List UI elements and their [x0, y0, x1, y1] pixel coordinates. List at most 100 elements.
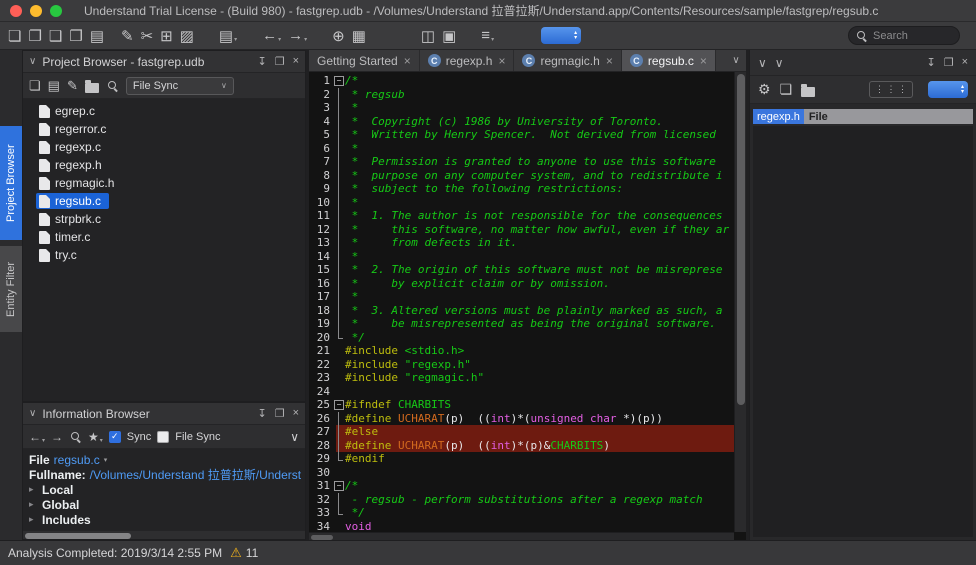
- code-line[interactable]: 18 * 3. Altered versions must be plainly…: [309, 304, 734, 318]
- tree-item-includes[interactable]: ▸Includes: [29, 512, 305, 527]
- code-line[interactable]: 17 *: [309, 290, 734, 304]
- close-window-button[interactable]: [10, 5, 22, 17]
- save-icon[interactable]: ❑: [49, 25, 62, 47]
- tab-close-icon[interactable]: ×: [606, 54, 613, 68]
- code-line[interactable]: 10 *: [309, 196, 734, 210]
- report-icon[interactable]: ▤: [48, 77, 60, 95]
- fold-marker[interactable]: [333, 479, 345, 493]
- new-file-icon[interactable]: ❏: [8, 25, 21, 47]
- visit-dropdown[interactable]: ▤▾: [219, 25, 237, 47]
- code-line[interactable]: 1/*: [309, 74, 734, 88]
- code-line[interactable]: 3 *: [309, 101, 734, 115]
- tree-item-global[interactable]: ▸Global: [29, 497, 305, 512]
- chevron-right-icon[interactable]: ▸: [29, 484, 38, 495]
- code-area[interactable]: 1/*2 * regsub3 *4 * Copyright (c) 1986 b…: [309, 72, 734, 532]
- close-icon[interactable]: ×: [293, 407, 299, 420]
- tab-close-icon[interactable]: ×: [404, 54, 411, 68]
- previewer-stepper[interactable]: ▴▾: [928, 81, 968, 98]
- code-line[interactable]: 24: [309, 385, 734, 399]
- entity-view-icon[interactable]: ▦: [352, 25, 366, 47]
- forward-button[interactable]: →: [51, 428, 63, 446]
- code-line[interactable]: 4 * Copyright (c) 1986 by University of …: [309, 115, 734, 129]
- edit-icon[interactable]: ✎: [67, 77, 78, 95]
- code-line[interactable]: 14 *: [309, 250, 734, 264]
- tree-item-local[interactable]: ▸Local: [29, 482, 305, 497]
- options-segments[interactable]: ⋮ ⋮ ⋮: [869, 81, 913, 98]
- code-line[interactable]: 15 * 2. The origin of this software must…: [309, 263, 734, 277]
- code-line[interactable]: 12 * this software, no matter how awful,…: [309, 223, 734, 237]
- code-line[interactable]: 5 * Written by Henry Spencer. Not derive…: [309, 128, 734, 142]
- overflow-chevron-icon[interactable]: ∨: [290, 430, 299, 444]
- back-button[interactable]: ←▾: [262, 25, 281, 47]
- view-menu-icon[interactable]: ≡▾: [481, 25, 494, 47]
- file-list-item[interactable]: regsub.c: [23, 192, 305, 210]
- vertical-scrollbar[interactable]: [734, 72, 746, 532]
- code-line[interactable]: 8 * purpose on any computer system, and …: [309, 169, 734, 183]
- entity-name-link[interactable]: regsub.c: [54, 453, 100, 467]
- code-line[interactable]: 7 * Permission is granted to anyone to u…: [309, 155, 734, 169]
- code-line[interactable]: 32 - regsub - perform substitutions afte…: [309, 493, 734, 507]
- code-line[interactable]: 28#define UCHARAT(p) ((int)*(p)&CHARBITS…: [309, 439, 734, 453]
- favorites-star-icon[interactable]: ★▾: [88, 428, 103, 446]
- float-icon[interactable]: ❐: [275, 407, 285, 420]
- file-list-item[interactable]: regmagic.h: [23, 174, 305, 192]
- collapse-chevron-icon[interactable]: ∨: [29, 408, 36, 419]
- horizontal-scrollbar[interactable]: [23, 530, 305, 539]
- tab-regexp-h[interactable]: Cregexp.h×: [420, 50, 515, 71]
- search-box[interactable]: [848, 26, 960, 45]
- folder-icon[interactable]: [85, 83, 99, 93]
- pin-icon[interactable]: ↧: [257, 407, 266, 420]
- sidebar-tab-entity-filter[interactable]: Entity Filter: [0, 246, 22, 332]
- code-line[interactable]: 31/*: [309, 479, 734, 493]
- tab-close-icon[interactable]: ×: [700, 54, 707, 68]
- editor-horizontal-scrollbar-thumb[interactable]: [311, 535, 333, 540]
- save-all-icon[interactable]: ❒: [69, 25, 82, 47]
- file-list-item[interactable]: regerror.c: [23, 120, 305, 138]
- code-line[interactable]: 34void: [309, 520, 734, 533]
- warning-icon[interactable]: ⚠: [230, 545, 242, 561]
- zoom-window-button[interactable]: [50, 5, 62, 17]
- minimize-window-button[interactable]: [30, 5, 42, 17]
- pin-icon[interactable]: ↧: [926, 56, 935, 69]
- chevron-down-icon[interactable]: ∨: [775, 56, 784, 70]
- tab-regmagic-h[interactable]: Cregmagic.h×: [514, 50, 621, 71]
- collapse-chevron-icon[interactable]: ∨: [29, 56, 36, 67]
- filter-search-icon[interactable]: [106, 79, 119, 92]
- folder-icon[interactable]: [801, 87, 815, 97]
- code-line[interactable]: 21#include <stdio.h>: [309, 344, 734, 358]
- code-line[interactable]: 11 * 1. The author is not responsible fo…: [309, 209, 734, 223]
- code-line[interactable]: 30: [309, 466, 734, 480]
- back-button[interactable]: ←▾: [29, 428, 45, 446]
- search-icon[interactable]: [69, 430, 82, 443]
- file-list-item[interactable]: regexp.c: [23, 138, 305, 156]
- globe-icon[interactable]: ⊕: [332, 25, 345, 47]
- file-list-item[interactable]: strpbrk.c: [23, 210, 305, 228]
- code-line[interactable]: 27#else: [309, 425, 734, 439]
- chevron-right-icon[interactable]: ▸: [29, 514, 38, 525]
- pin-icon[interactable]: ↧: [257, 55, 266, 68]
- search-input[interactable]: [871, 29, 953, 43]
- chevron-down-icon[interactable]: ∨: [758, 56, 767, 70]
- code-line[interactable]: 9 * subject to the following restriction…: [309, 182, 734, 196]
- entity-name[interactable]: regexp.h: [753, 109, 804, 124]
- float-icon[interactable]: ❐: [944, 56, 954, 69]
- fold-marker[interactable]: [333, 398, 345, 412]
- tab-overflow-chevron-icon[interactable]: ∨: [726, 50, 746, 71]
- code-line[interactable]: 19 * be misrepresented as being the orig…: [309, 317, 734, 331]
- code-line[interactable]: 6 *: [309, 142, 734, 156]
- tab-regsub-c[interactable]: Cregsub.c×: [622, 50, 716, 71]
- code-line[interactable]: 29#endif: [309, 452, 734, 466]
- wrench-icon[interactable]: ⚙: [758, 79, 771, 101]
- code-line[interactable]: 23#include "regmagic.h": [309, 371, 734, 385]
- code-line[interactable]: 2 * regsub: [309, 88, 734, 102]
- sidebar-tab-project-browser[interactable]: Project Browser: [0, 126, 22, 240]
- tab-close-icon[interactable]: ×: [498, 54, 505, 68]
- code-line[interactable]: 20 */: [309, 331, 734, 345]
- window-layout-icon[interactable]: ◫: [421, 25, 435, 47]
- float-icon[interactable]: ❐: [275, 55, 285, 68]
- code-line[interactable]: 33 */: [309, 506, 734, 520]
- new-entity-icon[interactable]: ❏: [29, 77, 41, 95]
- tab-getting-started[interactable]: Getting Started×: [309, 50, 420, 71]
- architecture-stepper[interactable]: ▴▾: [541, 27, 581, 44]
- code-line[interactable]: 16 * by explicit claim or by omission.: [309, 277, 734, 291]
